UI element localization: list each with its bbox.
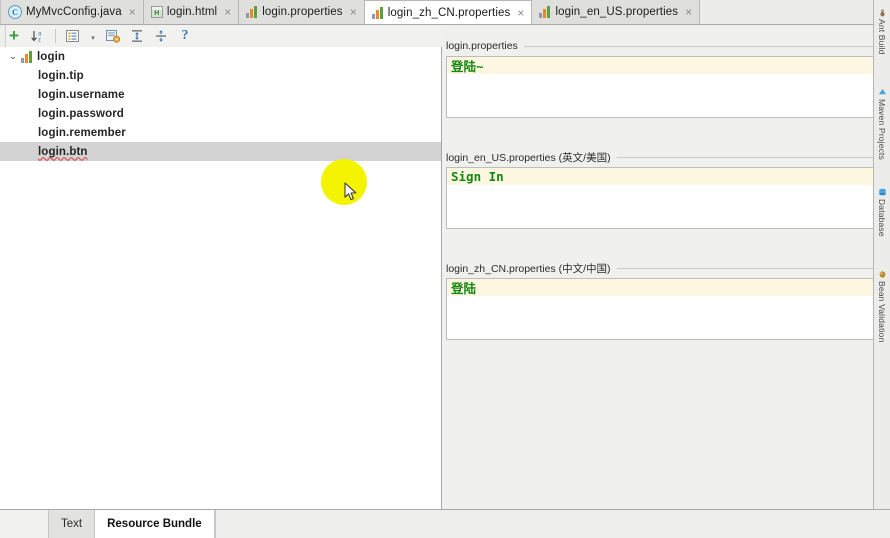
value-editor-caption-label: login.properties [446,40,518,52]
tab-resource-bundle[interactable]: Resource Bundle [95,510,215,538]
resource-bundle-key-tree[interactable]: ⌄ login login.tip login.username login.p… [0,47,442,509]
caption-rule [616,267,874,269]
tool-window-button-ant-build[interactable]: Ant Build [874,6,890,55]
bottom-bar-filler [214,510,890,538]
plus-icon: + [9,26,19,45]
value-editor-caption: login_zh_CN.properties (中文/中国) [446,261,874,275]
svg-text:z: z [38,37,41,43]
bean-validation-icon [879,271,885,278]
toolbar-overflow-dropdown[interactable]: ▾ [88,27,98,45]
tree-item-login-remember[interactable]: login.remember [0,123,441,142]
value-editor-caption-label: login_zh_CN.properties (中文/中国) [446,262,611,275]
tree-item-label: login.btn [38,145,88,158]
tree-root-login[interactable]: ⌄ login [0,47,441,66]
editor-mode-tab-bar: Text Resource Bundle [0,509,890,538]
tree-item-login-username[interactable]: login.username [0,85,441,104]
value-editor-caption: login.properties [446,39,874,53]
tool-window-button-bean-validation[interactable]: Bean Validation [874,268,890,342]
editor-tab-bar: C MyMvcConfig.java × login.html × login.… [0,0,890,25]
tool-window-label: Bean Validation [877,281,887,343]
toolbar-separator [55,29,56,43]
edit-settings-button[interactable] [104,27,122,45]
value-editor-caption-label: login_en_US.properties (英文/美国) [446,151,611,164]
tree-list-icon [66,30,79,42]
close-icon[interactable]: × [350,6,357,18]
expand-all-button[interactable] [128,27,146,45]
close-icon[interactable]: × [224,6,231,18]
tree-item-login-btn[interactable]: login.btn [0,142,441,161]
ant-build-icon [879,9,885,17]
sort-az-icon: a z [31,30,42,43]
caption-rule [523,45,874,47]
resource-bundle-toolbar: + a z ▾ ? [0,25,446,48]
value-editor-en-us[interactable]: Sign In [446,167,874,229]
expand-all-icon [132,30,142,42]
tree-item-label: login.password [38,107,124,120]
help-button[interactable]: ? [176,27,194,45]
collapse-all-button[interactable] [152,27,170,45]
html-file-icon [150,6,163,18]
tree-item-login-password[interactable]: login.password [0,104,441,123]
editor-tab-label: MyMvcConfig.java [26,6,122,18]
editor-tab-login-zh-cn-properties[interactable]: login_zh_CN.properties × [364,0,533,24]
value-editor-group-default: login.properties 登陆~ [446,39,874,118]
properties-file-icon [539,6,551,18]
tool-window-label: Database [877,199,887,237]
properties-file-icon [246,6,258,18]
editor-tab-label: login.html [166,6,218,18]
chevron-down-icon[interactable]: ⌄ [3,51,23,62]
value-editor-group-zh-cn: login_zh_CN.properties (中文/中国) 登陆 [446,261,874,340]
value-editor-caption: login_en_US.properties (英文/美国) [446,150,874,164]
database-icon [878,188,886,196]
collapse-all-icon [156,30,166,42]
tab-label: Text [61,518,83,530]
value-editor-group-en-us: login_en_US.properties (英文/美国) Sign In [446,150,874,229]
add-property-button[interactable]: + [5,27,23,45]
tree-item-login-tip[interactable]: login.tip [0,66,441,85]
value-editor-text[interactable]: Sign In [447,168,873,185]
chevron-down-icon: ▾ [91,35,95,42]
value-editor-text[interactable]: 登陆 [447,279,873,296]
resource-bundle-value-editors: login.properties 登陆~ login_en_US.propert… [442,25,890,509]
tool-window-button-maven[interactable]: Maven Projects [874,86,890,160]
question-mark-icon: ? [181,28,189,43]
tool-window-button-database[interactable]: Database [874,186,890,237]
tab-label: Resource Bundle [107,518,202,530]
value-editor-zh-cn[interactable]: 登陆 [446,278,874,340]
sort-alphabetically-button[interactable]: a z [29,27,47,45]
editor-tab-label: login_zh_CN.properties [387,6,511,19]
tree-item-label: login.username [38,88,125,101]
close-icon[interactable]: × [129,6,136,18]
editor-tab-login-html[interactable]: login.html × [143,0,240,24]
properties-bundle-icon [21,50,33,63]
tree-item-label: login.tip [38,69,84,82]
caption-rule [616,156,874,158]
close-icon[interactable]: × [685,6,692,18]
value-editor-default[interactable]: 登陆~ [446,56,874,118]
editor-tab-login-properties[interactable]: login.properties × [239,0,365,24]
tab-text[interactable]: Text [49,510,96,538]
group-by-prefix-button[interactable] [64,27,82,45]
bottom-bar-gutter [0,510,49,538]
tool-window-label: Ant Build [877,19,887,55]
tool-window-label: Maven Projects [877,99,887,160]
tree-root-label: login [37,50,66,63]
editor-tab-label: login_en_US.properties [555,6,679,18]
editor-tab-mymvcconfig-java[interactable]: C MyMvcConfig.java × [0,0,144,24]
value-editor-text[interactable]: 登陆~ [447,57,873,74]
maven-icon [878,88,886,95]
editor-tab-label: login.properties [262,6,343,18]
editor-tab-login-en-us-properties[interactable]: login_en_US.properties × [532,0,701,24]
tree-item-label: login.remember [38,126,126,139]
java-class-icon: C [8,5,22,19]
edit-settings-icon [106,29,121,43]
close-icon[interactable]: × [517,7,524,19]
properties-file-icon [371,6,384,19]
right-tool-window-strip: Ant Build Maven Projects Database Bean V… [873,0,890,509]
tab-bar-filler [700,0,890,24]
ide-window: C MyMvcConfig.java × login.html × login.… [0,0,890,538]
